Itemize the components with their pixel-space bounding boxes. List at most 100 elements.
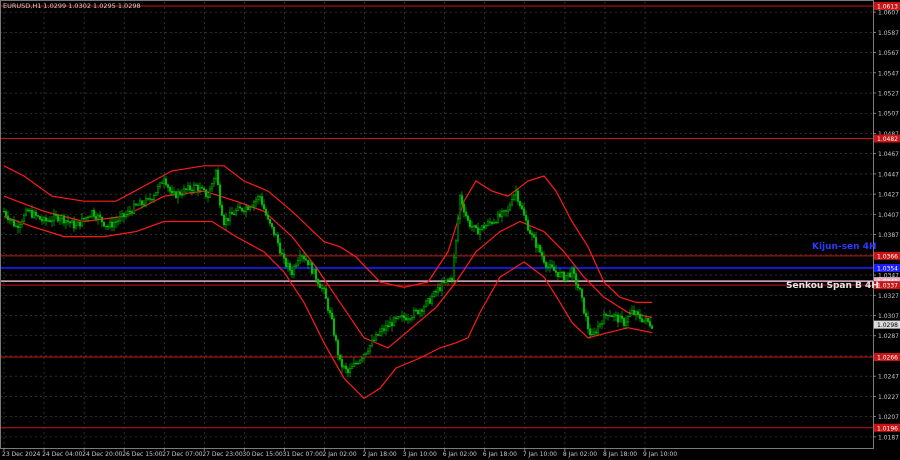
candle-body	[468, 220, 472, 227]
candle-body	[6, 215, 10, 221]
candle-body	[194, 184, 198, 186]
candle-body	[160, 182, 164, 184]
candle-body	[204, 189, 208, 197]
y-tick-label: 1.0227	[878, 394, 899, 401]
candle-body	[278, 242, 282, 254]
candle-body	[526, 220, 530, 231]
candle-body	[524, 214, 528, 221]
candle-body	[534, 237, 538, 248]
candle-body	[436, 287, 440, 293]
x-tick-label: 31 Dec 07:00	[282, 451, 323, 458]
y-tick-label: 1.0507	[878, 111, 899, 118]
candle-body	[438, 287, 442, 291]
candle-body	[650, 325, 654, 329]
candle-body	[102, 221, 106, 227]
candle-body	[628, 313, 632, 317]
candle-body	[370, 339, 374, 346]
candle-body	[506, 209, 510, 212]
candle-body	[462, 203, 466, 213]
candle-body	[86, 216, 90, 218]
candle-body	[508, 204, 512, 211]
candle-body	[170, 190, 174, 194]
candle-body	[532, 234, 536, 238]
candle-body	[430, 296, 434, 304]
candle-body	[324, 288, 328, 299]
candle-body	[276, 234, 280, 244]
candle-body	[426, 298, 430, 302]
candle-body	[62, 215, 66, 224]
price-chart[interactable]: 1.01871.02071.02271.02471.02671.02871.03…	[0, 0, 900, 460]
candle-body	[298, 255, 302, 261]
candle-body	[288, 263, 292, 271]
candle-body	[452, 257, 456, 281]
candle-body	[622, 318, 626, 326]
candle-body	[440, 281, 444, 291]
candle-body	[552, 266, 556, 271]
candle-body	[360, 357, 364, 361]
candle-body	[394, 317, 398, 319]
y-tick-label: 1.0427	[878, 192, 899, 199]
candle-body	[320, 287, 324, 289]
candle-body	[116, 220, 120, 223]
y-tick-label: 1.0307	[878, 313, 899, 320]
level-tag-label-top: 1.0613	[877, 4, 898, 11]
candle-body	[332, 318, 336, 336]
candle-body	[178, 191, 182, 195]
candle-body	[454, 239, 458, 258]
candle-body	[156, 186, 160, 193]
candle-body	[186, 185, 190, 190]
candle-body	[88, 215, 92, 218]
symbol-header: EURUSD,H1 1.0299 1.0302 1.0295 1.0298	[3, 2, 141, 10]
candle-body	[642, 319, 646, 322]
candle-body	[256, 196, 260, 201]
candle-body	[558, 272, 562, 277]
candle-body	[224, 218, 228, 226]
y-tick-label: 1.0447	[878, 171, 899, 178]
x-tick-label: 23 Dec 2024	[2, 451, 41, 458]
x-tick-label: 24 Dec 04:00	[42, 451, 83, 458]
candle-body	[218, 184, 222, 206]
candle-body	[492, 221, 496, 224]
candle-body	[24, 209, 28, 216]
candle-body	[282, 253, 286, 259]
candle-body	[142, 204, 146, 206]
candle-body	[172, 191, 176, 194]
candle-body	[376, 334, 380, 336]
candle-body	[550, 264, 554, 268]
candle-body	[80, 217, 84, 227]
candle-body	[444, 279, 448, 283]
candle-body	[82, 217, 86, 220]
candle-body	[134, 203, 138, 206]
candle-body	[294, 264, 298, 267]
candle-body	[98, 214, 102, 218]
candle-body	[192, 184, 196, 192]
candle-body	[100, 216, 104, 223]
candle-body	[176, 191, 180, 199]
candle-body	[36, 215, 40, 217]
candle-body	[38, 216, 42, 220]
candle-body	[296, 259, 300, 266]
candle-body	[510, 199, 514, 206]
candle-body	[124, 214, 128, 218]
candle-body	[410, 316, 414, 320]
candle-body	[484, 225, 488, 229]
x-tick-label: 30 Dec 15:00	[242, 451, 283, 458]
candle-body	[472, 225, 476, 228]
candle-body	[94, 216, 98, 220]
candle-body	[528, 230, 532, 234]
candle-body	[238, 206, 242, 209]
candle-body	[130, 211, 134, 214]
candle-body	[242, 210, 246, 212]
x-tick-label: 27 Dec 07:00	[162, 451, 203, 458]
candle-body	[504, 210, 508, 212]
candle-body	[568, 272, 572, 278]
candle-body	[300, 255, 304, 257]
candle-body	[304, 258, 308, 261]
candle-body	[162, 178, 166, 184]
candle-body	[226, 218, 230, 222]
candle-body	[122, 213, 126, 218]
candle-body	[460, 195, 464, 205]
candle-body	[10, 219, 14, 221]
candle-body	[312, 269, 316, 274]
candle-body	[48, 220, 52, 222]
